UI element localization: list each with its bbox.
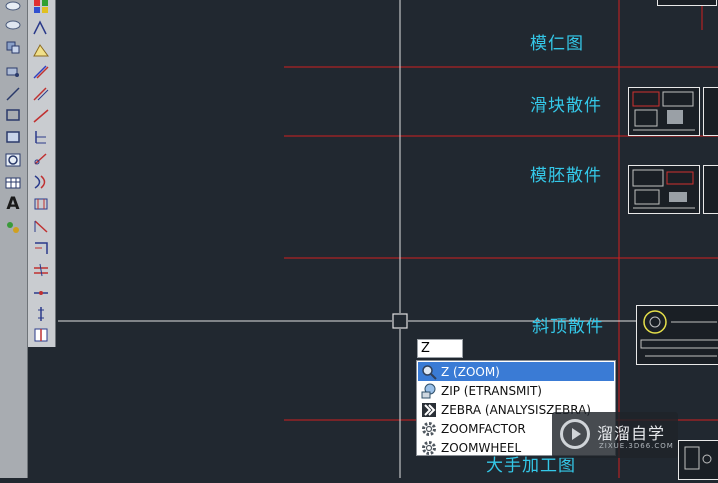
revcloud-icon[interactable]: [3, 16, 23, 34]
autocomplete-item-label: ZIP (ETRANSMIT): [441, 383, 542, 398]
arc-icon[interactable]: [31, 173, 51, 191]
cloud-icon[interactable]: [3, 0, 23, 14]
drawing-thumbnail[interactable]: [657, 0, 717, 6]
autocomplete-item-label: ZOOMFACTOR: [441, 421, 526, 436]
thumbnail-sketch: [684, 446, 712, 470]
add-selected-icon[interactable]: [3, 218, 23, 236]
autocomplete-item-zoom[interactable]: Z (ZOOM): [418, 362, 614, 381]
circle-icon[interactable]: [3, 151, 23, 169]
play-logo-icon: [560, 419, 590, 449]
mtext-icon[interactable]: A: [3, 195, 23, 213]
gear-icon: [420, 440, 438, 456]
zebra-icon: [420, 402, 438, 418]
thumbnail-sketch: [632, 91, 695, 131]
label-core-drawing[interactable]: 模仁图: [530, 29, 584, 54]
align-icon[interactable]: [31, 326, 51, 344]
label-mold-base-parts[interactable]: 模胚散件: [530, 161, 602, 186]
trim-icon[interactable]: [31, 150, 51, 168]
palette-icon[interactable]: [31, 0, 51, 15]
offset-icon[interactable]: [31, 85, 51, 103]
line-icon[interactable]: [3, 85, 23, 103]
modify-toolbar: [28, 0, 56, 347]
polyline-icon[interactable]: [31, 19, 51, 37]
draw-toolbar: A: [0, 0, 28, 478]
autocomplete-item-label: ZOOMWHEEL: [441, 440, 522, 455]
watermark-subtitle: ZIXUE.3D66.COM: [599, 442, 674, 450]
block-icon[interactable]: [3, 38, 23, 56]
autocomplete-item-label: Z (ZOOM): [441, 364, 500, 379]
label-slider-parts[interactable]: 滑块散件: [530, 91, 602, 116]
corner-icon[interactable]: [31, 239, 51, 257]
crosshair-pickbox: [392, 313, 408, 329]
command-input[interactable]: Z: [417, 339, 463, 358]
join-icon[interactable]: [31, 283, 51, 301]
insert-block-icon[interactable]: [3, 62, 23, 80]
gear-icon: [420, 421, 438, 437]
drawing-thumbnail[interactable]: [636, 305, 718, 365]
dimension-icon[interactable]: [31, 128, 51, 146]
drawing-thumbnail[interactable]: [628, 87, 700, 136]
drawing-thumbnail[interactable]: [703, 87, 718, 136]
thumbnail-sketch: [640, 310, 718, 357]
watermark-title: 溜溜自学: [597, 424, 666, 443]
zoom-magnifier-icon: [420, 364, 438, 380]
explode-icon[interactable]: [31, 305, 51, 323]
gradient-icon[interactable]: [31, 63, 51, 81]
table-icon[interactable]: [3, 174, 23, 192]
xline-icon[interactable]: [31, 107, 51, 125]
thumbnail-sketch: [632, 169, 695, 209]
etransmit-icon: [420, 383, 438, 399]
watermark: 溜溜自学 ZIXUE.3D66.COM: [552, 412, 678, 458]
chamfer-icon[interactable]: [31, 217, 51, 235]
rectangle-icon[interactable]: [3, 106, 23, 124]
stretch-icon[interactable]: [31, 195, 51, 213]
drawing-canvas[interactable]: 模仁图 滑块散件 模胚散件 斜顶散件 大手加工图 A Z Z (ZOOM) ZI…: [0, 0, 718, 480]
drawing-thumbnail[interactable]: [678, 440, 718, 480]
drawing-thumbnail[interactable]: [703, 165, 718, 214]
hatch-icon[interactable]: [31, 41, 51, 59]
region-icon[interactable]: [3, 128, 23, 146]
drawing-thumbnail[interactable]: [628, 165, 700, 214]
autocomplete-item-zip[interactable]: ZIP (ETRANSMIT): [418, 381, 614, 400]
break-icon[interactable]: [31, 261, 51, 279]
label-lifter-parts[interactable]: 斜顶散件: [532, 312, 604, 337]
